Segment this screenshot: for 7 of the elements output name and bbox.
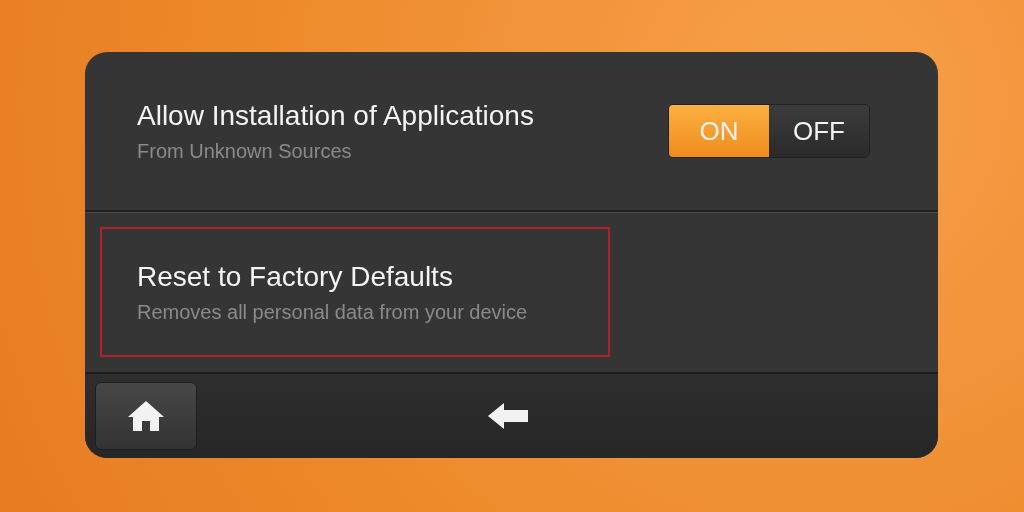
setting-subtitle: Removes all personal data from your device [137, 300, 529, 324]
setting-subtitle: From Unknown Sources [137, 139, 353, 163]
home-icon [126, 399, 166, 433]
setting-title: Reset to Factory Defaults [137, 260, 454, 293]
toggle-option[interactable]: OFF [769, 105, 869, 157]
setting-title: Allow Installation of Applications [137, 99, 535, 132]
home-button[interactable] [95, 382, 197, 450]
